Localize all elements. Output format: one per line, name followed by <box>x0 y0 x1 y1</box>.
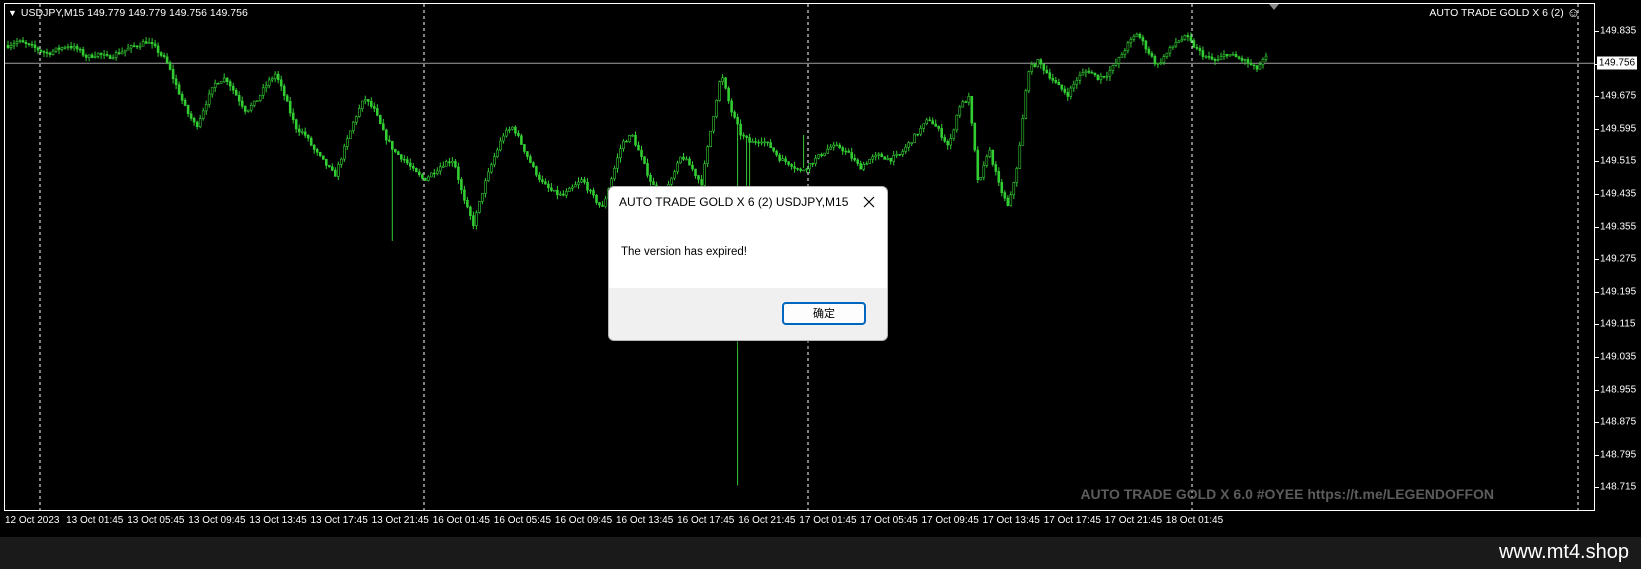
price-axis-label: 149.195 <box>1600 286 1637 298</box>
time-axis-label: 13 Oct 17:45 <box>310 515 368 526</box>
footer-bar: www.mt4.shop <box>0 537 1641 569</box>
time-axis-label: 16 Oct 13:45 <box>616 515 674 526</box>
time-axis-label: 17 Oct 21:45 <box>1104 515 1163 526</box>
time-axis-label: 16 Oct 17:45 <box>677 515 735 526</box>
price-axis-label: 148.875 <box>1600 416 1637 428</box>
price-axis-label: 149.595 <box>1600 123 1637 135</box>
time-axis-label: 13 Oct 09:45 <box>188 515 246 526</box>
dialog-titlebar[interactable]: AUTO TRADE GOLD X 6 (2) USDJPY,M15 <box>609 187 887 217</box>
footer-site-text: www.mt4.shop <box>1498 541 1629 563</box>
time-axis-label: 17 Oct 01:45 <box>799 515 857 526</box>
price-axis-label: 149.515 <box>1600 155 1637 167</box>
time-axis-label: 13 Oct 05:45 <box>127 515 185 526</box>
price-axis-tick <box>1595 422 1599 424</box>
expert-advisor-name: AUTO TRADE GOLD X 6 (2) <box>1429 7 1564 19</box>
price-axis-label: 148.795 <box>1600 449 1637 461</box>
price-axis-label: 149.435 <box>1600 188 1637 200</box>
dialog-footer: 确定 <box>609 288 887 340</box>
symbol-header-text: USDJPY,M15 149.779 149.779 149.756 149.7… <box>20 7 248 19</box>
price-axis-tick <box>1595 389 1599 391</box>
price-axis-tick <box>1595 96 1599 98</box>
price-axis[interactable]: 149.835 149.756 149.675 149.595 149.515 149.4… <box>1595 3 1641 511</box>
time-axis-label: 16 Oct 01:45 <box>432 515 490 526</box>
time-axis-label: 12 Oct 2023 <box>5 515 60 526</box>
close-icon[interactable] <box>857 190 881 214</box>
chart-shift-marker-icon[interactable] <box>1269 4 1279 10</box>
price-axis-label: 149.835 <box>1600 25 1637 37</box>
watermark-text: AUTO TRADE GOLD X 6.0 #OYEE https://t.me… <box>1080 486 1494 502</box>
time-axis-label: 13 Oct 13:45 <box>249 515 307 526</box>
ok-button[interactable]: 确定 <box>782 302 866 325</box>
time-axis-label: 16 Oct 09:45 <box>554 515 613 526</box>
price-axis-tick <box>1595 357 1599 358</box>
time-axis-label: 17 Oct 05:45 <box>860 515 918 526</box>
dialog-title: AUTO TRADE GOLD X 6 (2) USDJPY,M15 <box>619 195 849 209</box>
price-axis-label: 149.355 <box>1600 221 1637 233</box>
price-axis-tick <box>1595 259 1599 261</box>
time-axis-label: 17 Oct 17:45 <box>1043 515 1101 526</box>
time-axis-label: 17 Oct 13:45 <box>982 515 1040 526</box>
price-axis-tick <box>1595 194 1599 195</box>
price-axis-label: 149.675 <box>1600 90 1637 102</box>
time-axis-label: 17 Oct 09:45 <box>921 515 979 526</box>
price-axis-tick <box>1595 487 1599 489</box>
time-axis-label: 16 Oct 21:45 <box>738 515 796 526</box>
dropdown-triangle-icon[interactable]: ▼ <box>8 8 17 18</box>
price-axis-label: 149.275 <box>1600 253 1637 265</box>
bid-price-label: 149.756 <box>1597 56 1637 70</box>
price-axis-tick <box>1595 324 1599 326</box>
price-axis-label: 148.955 <box>1600 384 1637 396</box>
time-axis-label: 13 Oct 01:45 <box>66 515 124 526</box>
smiley-icon[interactable]: ☺ <box>1567 6 1580 19</box>
price-axis-tick <box>1595 226 1599 228</box>
message-dialog: AUTO TRADE GOLD X 6 (2) USDJPY,M15 The v… <box>608 186 888 341</box>
price-axis-tick <box>1595 454 1599 456</box>
time-axis-label: 16 Oct 05:45 <box>493 515 552 526</box>
price-axis-tick <box>1595 291 1599 293</box>
time-axis-label: 18 Oct 01:45 <box>1165 515 1224 526</box>
time-axis[interactable]: 12 Oct 2023 13 Oct 01:45 13 Oct 05:45 13 Oc… <box>4 511 1595 537</box>
price-axis-label: 149.115 <box>1600 318 1636 330</box>
price-axis-label: 148.715 <box>1600 481 1637 493</box>
symbol-header: ▼ USDJPY,M15 149.779 149.779 149.756 149.… <box>8 7 248 19</box>
price-axis-label: 149.035 <box>1600 351 1637 363</box>
expert-advisor-label[interactable]: AUTO TRADE GOLD X 6 (2) ☺ <box>1429 6 1580 19</box>
dialog-message: The version has expired! <box>621 246 747 258</box>
time-axis-label: 13 Oct 21:45 <box>371 515 429 526</box>
price-axis-tick <box>1595 31 1599 32</box>
price-axis-tick <box>1595 128 1599 130</box>
price-axis-tick <box>1595 161 1599 163</box>
